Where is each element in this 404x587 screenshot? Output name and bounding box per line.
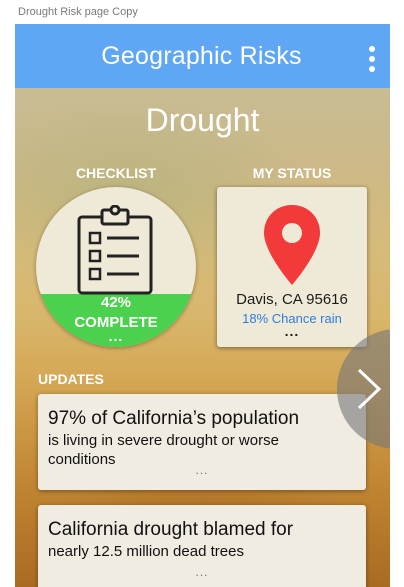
my-status-card[interactable]: Davis, CA 95616 18% Chance rain ...: [217, 187, 367, 347]
checklist-button[interactable]: 42% COMPLETE ...: [36, 187, 196, 347]
updates-label: UPDATES: [38, 371, 104, 387]
app-bar: Geographic Risks: [15, 24, 390, 88]
update-body: nearly 12.5 million dead trees: [48, 543, 244, 560]
page-title: Drought: [145, 102, 260, 138]
status-location: Davis, CA 95616: [236, 291, 348, 308]
frame-label: Drought Risk page Copy: [18, 6, 138, 18]
checklist-progress-percent: 42%: [100, 294, 132, 311]
update-card[interactable]: California drought blamed for nearly 12.…: [38, 505, 366, 587]
update-headline: 97% of California’s population: [48, 408, 300, 429]
status-more-indicator: ...: [284, 323, 300, 339]
update-headline: California drought blamed for: [48, 519, 294, 540]
clipboard-checklist-icon: [77, 205, 153, 295]
phone-screen: Geographic Risks Drought CHECKLIST MY ST…: [15, 24, 390, 587]
more-vert-icon[interactable]: [368, 46, 376, 72]
update-more-indicator: ...: [195, 463, 209, 477]
update-card[interactable]: 97% of California’s population is living…: [38, 394, 366, 490]
status-label: MY STATUS: [252, 165, 332, 181]
checklist-more-indicator: ...: [108, 328, 124, 344]
chevron-right-icon: [357, 368, 382, 410]
app-bar-title: Geographic Risks: [101, 41, 302, 70]
update-more-indicator: ...: [195, 565, 209, 579]
map-pin-icon: [264, 205, 320, 285]
checklist-label: CHECKLIST: [75, 165, 157, 181]
